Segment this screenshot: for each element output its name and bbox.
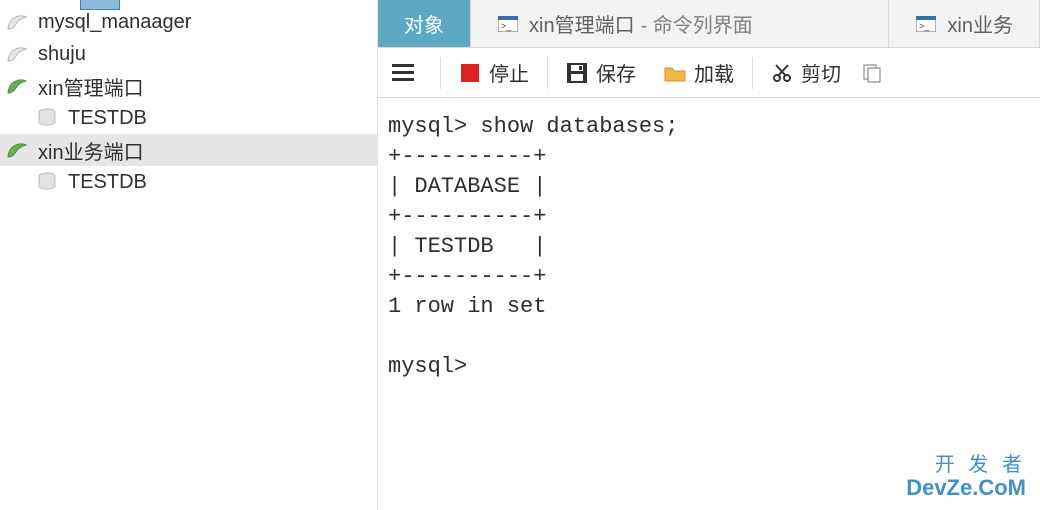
tabbar: 对象 >_ xin管理端口 - 命令列界面 >_ xin业务	[378, 0, 1040, 48]
tree-db-testdb-2[interactable]: TESTDB	[0, 166, 377, 198]
cut-button[interactable]: 剪切	[757, 48, 855, 97]
tab-sublabel: - 命令列界面	[641, 9, 753, 38]
tree-label: TESTDB	[68, 107, 147, 130]
tree-conn-xin-mgmt[interactable]: xin管理端口	[0, 70, 377, 102]
tree-conn-mysql-manager[interactable]: mysql_manaager	[0, 6, 377, 38]
window-accent	[80, 0, 120, 10]
tree-conn-shuju[interactable]: shuju	[0, 38, 377, 70]
scissors-icon	[771, 62, 793, 84]
save-button[interactable]: 保存	[552, 48, 650, 97]
svg-text:>_: >_	[919, 21, 930, 31]
tab-label: xin业务	[947, 9, 1013, 38]
watermark-line1: 开 发 者	[906, 454, 1026, 476]
database-icon	[36, 107, 58, 129]
toolbar: 停止 保存 加载 剪切	[378, 48, 1040, 98]
terminal-icon: >_	[915, 13, 937, 35]
tab-label: 对象	[404, 9, 444, 38]
dolphin-icon	[6, 11, 28, 33]
tree-conn-xin-biz[interactable]: xin业务端口	[0, 134, 377, 166]
button-label: 剪切	[801, 58, 841, 87]
menu-button[interactable]	[378, 48, 436, 97]
copy-button[interactable]	[855, 48, 905, 97]
tab-console-xinbiz[interactable]: >_ xin业务	[889, 0, 1040, 47]
separator	[547, 57, 548, 89]
separator	[440, 57, 441, 89]
dolphin-icon	[6, 139, 28, 161]
tab-console-xinmgmt[interactable]: >_ xin管理端口 - 命令列界面	[471, 0, 889, 47]
tab-objects[interactable]: 对象	[378, 0, 471, 47]
dolphin-icon	[6, 75, 28, 97]
save-icon	[566, 62, 588, 84]
tree-label: mysql_manaager	[38, 11, 191, 34]
sql-console[interactable]: mysql> show databases; +----------+ | DA…	[378, 98, 1040, 510]
watermark: 开 发 者 DevZe.CoM	[906, 454, 1026, 500]
terminal-icon: >_	[497, 13, 519, 35]
stop-button[interactable]: 停止	[445, 48, 543, 97]
svg-text:>_: >_	[501, 21, 512, 31]
button-label: 加载	[694, 58, 734, 87]
load-button[interactable]: 加载	[650, 48, 748, 97]
tree-label: xin管理端口	[38, 72, 144, 101]
connection-tree: mysql_manaager shuju xin管理端口 TESTDB xin业…	[0, 0, 378, 510]
button-label: 停止	[489, 58, 529, 87]
folder-open-icon	[664, 62, 686, 84]
tree-label: shuju	[38, 43, 86, 66]
watermark-line2: DevZe.CoM	[906, 476, 1026, 500]
button-label: 保存	[596, 58, 636, 87]
database-icon	[36, 171, 58, 193]
tab-label: xin管理端口	[529, 9, 635, 38]
dolphin-icon	[6, 43, 28, 65]
tree-db-testdb-1[interactable]: TESTDB	[0, 102, 377, 134]
separator	[752, 57, 753, 89]
hamburger-icon	[392, 62, 414, 84]
stop-icon	[459, 62, 481, 84]
copy-icon	[861, 62, 883, 84]
tree-label: TESTDB	[68, 171, 147, 194]
tree-label: xin业务端口	[38, 136, 144, 165]
